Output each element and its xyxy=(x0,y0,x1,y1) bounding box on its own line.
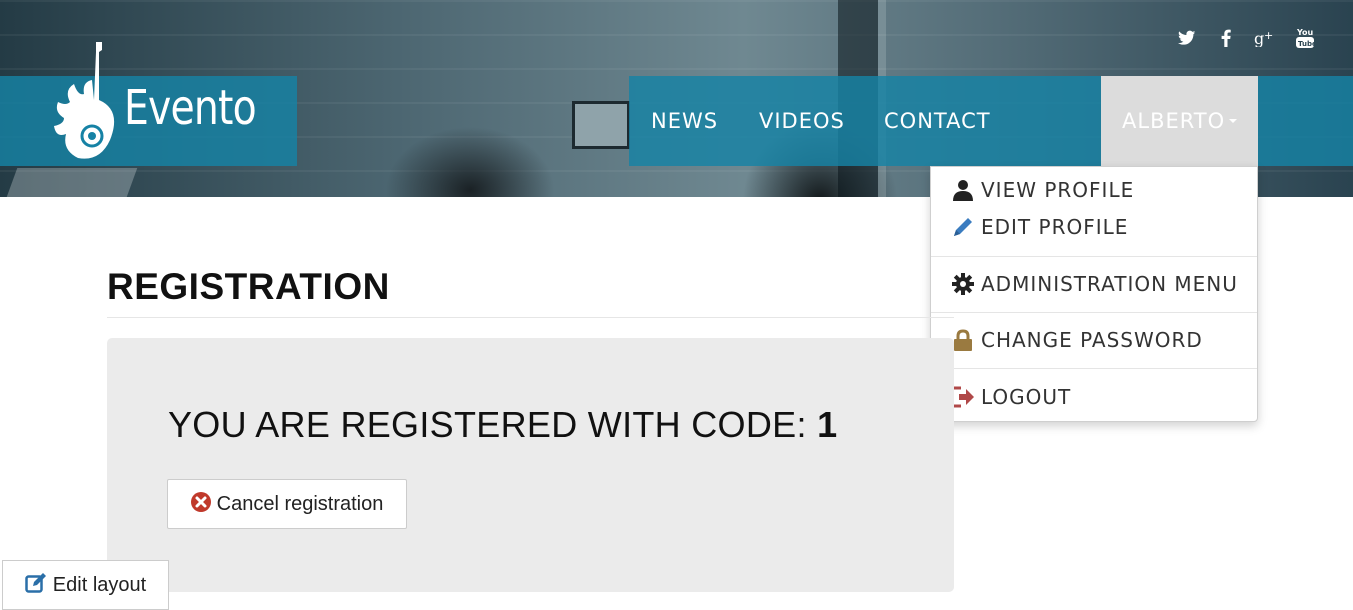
menu-change-password-label: CHANGE PASSWORD xyxy=(981,328,1203,352)
menu-administration-label: ADMINISTRATION MENU xyxy=(981,272,1238,296)
registration-status: YOU ARE REGISTERED WITH CODE: 1 xyxy=(168,404,837,446)
twitter-icon[interactable] xyxy=(1175,26,1199,50)
registration-panel xyxy=(107,338,954,592)
title-divider xyxy=(107,317,954,318)
caret-down-icon xyxy=(1229,119,1237,123)
menu-divider xyxy=(931,368,1257,369)
cancel-circle-icon xyxy=(190,492,211,512)
hero-picture-frame xyxy=(572,101,630,149)
user-menu-toggle[interactable]: ALBERTO xyxy=(1101,76,1258,166)
cancel-registration-label: Cancel registration xyxy=(216,492,384,515)
youtube-icon[interactable]: You Tube xyxy=(1293,26,1317,50)
svg-text:You: You xyxy=(1296,28,1314,37)
registration-code: 1 xyxy=(817,404,838,445)
page-title: REGISTRATION xyxy=(107,266,390,307)
menu-change-password[interactable]: CHANGE PASSWORD xyxy=(951,325,1203,355)
google-plus-icon[interactable]: g + xyxy=(1252,26,1276,50)
svg-text:g: g xyxy=(1254,29,1264,47)
svg-text:Tube: Tube xyxy=(1298,40,1314,48)
nav-news[interactable]: NEWS xyxy=(651,76,718,166)
menu-divider xyxy=(931,312,1257,313)
logo-icon[interactable] xyxy=(52,40,124,164)
edit-layout-button[interactable]: Edit layout xyxy=(2,560,169,610)
edit-layout-label: Edit layout xyxy=(52,573,147,596)
menu-edit-profile-label: EDIT PROFILE xyxy=(981,215,1129,239)
brand-name[interactable]: Evento xyxy=(124,80,257,136)
pencil-icon xyxy=(951,215,975,239)
gear-icon xyxy=(951,272,975,296)
facebook-icon[interactable] xyxy=(1214,26,1238,50)
svg-text:+: + xyxy=(1264,29,1273,42)
menu-view-profile[interactable]: VIEW PROFILE xyxy=(951,175,1134,205)
registration-status-label: YOU ARE REGISTERED WITH CODE: xyxy=(168,404,807,445)
menu-logout-label: LOGOUT xyxy=(981,385,1072,409)
lock-icon xyxy=(951,328,975,352)
nav-videos[interactable]: VIDEOS xyxy=(759,76,845,166)
main-navbar: NEWS VIDEOS CONTACT ALBERTO xyxy=(629,76,1353,166)
menu-view-profile-label: VIEW PROFILE xyxy=(981,178,1135,202)
menu-administration[interactable]: ADMINISTRATION MENU xyxy=(951,269,1238,299)
menu-divider xyxy=(931,256,1257,257)
menu-logout[interactable]: LOGOUT xyxy=(951,382,1071,412)
cancel-registration-button[interactable]: Cancel registration xyxy=(167,479,407,529)
menu-edit-profile[interactable]: EDIT PROFILE xyxy=(951,212,1128,242)
hero-table xyxy=(2,168,138,197)
user-icon xyxy=(951,178,975,202)
user-name: ALBERTO xyxy=(1122,109,1226,133)
user-dropdown-menu: VIEW PROFILE EDIT PROFILE ADMINISTRATION… xyxy=(930,166,1258,422)
edit-square-icon xyxy=(25,573,46,593)
logout-icon xyxy=(951,385,975,409)
nav-contact[interactable]: CONTACT xyxy=(884,76,991,166)
